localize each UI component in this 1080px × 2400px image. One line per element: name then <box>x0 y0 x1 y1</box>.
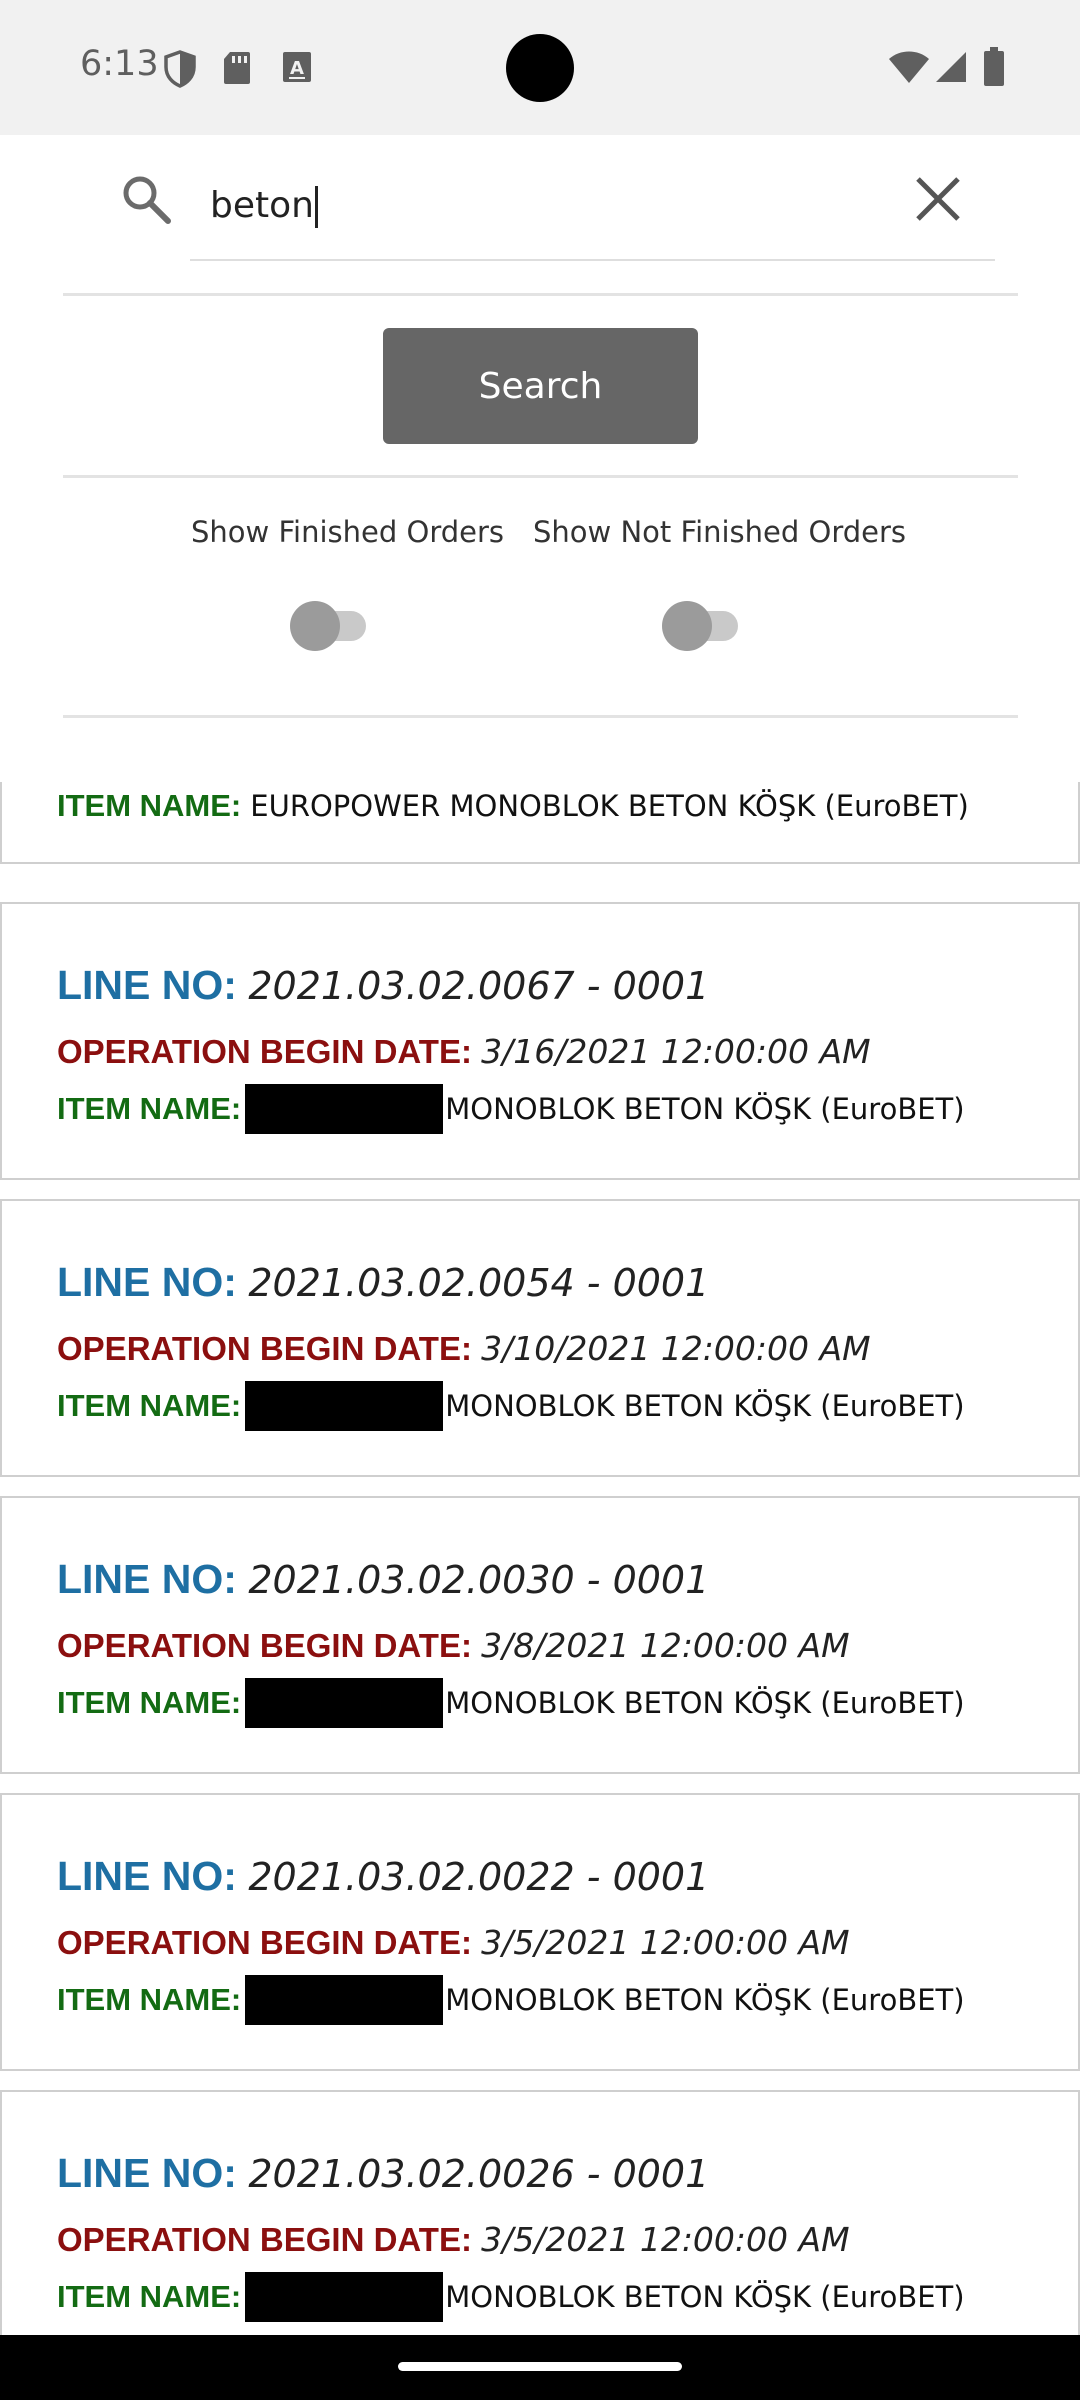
line-no-label: LINE NO: <box>57 1853 237 1899</box>
begin-date-label: OPERATION BEGIN DATE: <box>57 1627 472 1664</box>
line-no-label: LINE NO: <box>57 1556 237 1602</box>
not-finished-orders-switch[interactable] <box>662 597 746 651</box>
item-name-value: MONOBLOK BETON KÖŞK (EuroBET) <box>445 1092 965 1126</box>
line-no-value: 2021.03.02.0026 - 0001 <box>248 2152 710 2196</box>
item-name-value: MONOBLOK BETON KÖŞK (EuroBET) <box>445 1983 965 2017</box>
begin-date-label: OPERATION BEGIN DATE: <box>57 1924 472 1961</box>
item-name-label: ITEM NAME: <box>57 1091 242 1126</box>
begin-date-value: 3/16/2021 12:00:00 AM <box>481 1032 871 1071</box>
line-no-value: 2021.03.02.0030 - 0001 <box>248 1558 710 1602</box>
item-name-value: MONOBLOK BETON KÖŞK (EuroBET) <box>445 2280 965 2314</box>
divider <box>63 715 1018 718</box>
finished-orders-switch[interactable] <box>290 597 374 651</box>
line-no-label: LINE NO: <box>57 1259 237 1305</box>
order-card[interactable]: LINE NO: 2021.03.02.0030 - 0001 OPERATIO… <box>0 1496 1080 1774</box>
search-input[interactable]: beton <box>190 165 995 261</box>
begin-date-label: OPERATION BEGIN DATE: <box>57 1033 472 1070</box>
status-time: 6:13 <box>80 44 159 84</box>
search-query-text: beton <box>210 185 318 228</box>
close-icon[interactable] <box>910 171 966 232</box>
sd-card-icon <box>222 50 252 91</box>
svg-text:A: A <box>290 58 304 79</box>
item-name-row: ITEM NAME: MONOBLOK BETON KÖŞK (EuroBET) <box>57 1381 965 1431</box>
line-no-row: LINE NO: 2021.03.02.0054 - 0001 <box>57 1259 709 1306</box>
begin-date-label: OPERATION BEGIN DATE: <box>57 1330 472 1367</box>
search-panel: beton Search Show Finished Orders Show N… <box>0 135 1080 780</box>
begin-date-value: 3/5/2021 12:00:00 AM <box>481 2220 850 2259</box>
camera-cutout <box>506 34 574 102</box>
item-name-row: ITEM NAME: MONOBLOK BETON KÖŞK (EuroBET) <box>57 1678 965 1728</box>
begin-date-label: OPERATION BEGIN DATE: <box>57 2221 472 2258</box>
order-card[interactable]: LINE NO: 2021.03.02.0067 - 0001 OPERATIO… <box>0 902 1080 1180</box>
app-screen: 6:13 A beton Search Show Finished Orders… <box>0 0 1080 2400</box>
item-name-value: MONOBLOK BETON KÖŞK (EuroBET) <box>445 1686 965 1720</box>
not-finished-orders-label: Show Not Finished Orders <box>533 515 907 549</box>
order-card[interactable]: LINE NO: 2021.03.02.0054 - 0001 OPERATIO… <box>0 1199 1080 1477</box>
redaction-block <box>245 1678 444 1728</box>
home-gesture-handle[interactable] <box>398 2362 682 2371</box>
wifi-icon <box>888 50 930 89</box>
finished-orders-label: Show Finished Orders <box>191 515 505 549</box>
begin-date-value: 3/8/2021 12:00:00 AM <box>481 1626 850 1665</box>
item-name-row: ITEM NAME: MONOBLOK BETON KÖŞK (EuroBET) <box>57 1975 965 2025</box>
divider <box>63 475 1018 478</box>
begin-date-value: 3/5/2021 12:00:00 AM <box>481 1923 850 1962</box>
begin-date-row: OPERATION BEGIN DATE: 3/5/2021 12:00:00 … <box>57 1923 850 1962</box>
navigation-bar <box>0 2335 1080 2400</box>
item-name-value: MONOBLOK BETON KÖŞK (EuroBET) <box>445 1389 965 1423</box>
cellular-signal-icon <box>934 50 968 89</box>
item-name-row: ITEM NAME: MONOBLOK BETON KÖŞK (EuroBET) <box>57 1084 965 1134</box>
item-name-label: ITEM NAME: <box>57 2279 242 2314</box>
text-caret <box>314 186 318 228</box>
orders-list: ITEM NAME: EUROPOWER MONOBLOK BETON KÖŞK… <box>0 782 1080 2335</box>
item-name-label: ITEM NAME: <box>57 1982 242 2017</box>
redaction-block <box>245 2272 444 2322</box>
item-name-row: ITEM NAME: MONOBLOK BETON KÖŞK (EuroBET) <box>57 2272 965 2322</box>
line-no-row: LINE NO: 2021.03.02.0022 - 0001 <box>57 1853 709 1900</box>
order-card[interactable]: LINE NO: 2021.03.02.0022 - 0001 OPERATIO… <box>0 1793 1080 2071</box>
line-no-value: 2021.03.02.0054 - 0001 <box>248 1261 710 1305</box>
switch-thumb <box>290 601 340 651</box>
redaction-block <box>245 1084 444 1134</box>
line-no-label: LINE NO: <box>57 2150 237 2196</box>
redaction-block <box>245 1381 444 1431</box>
line-no-value: 2021.03.02.0022 - 0001 <box>248 1855 710 1899</box>
line-no-row: LINE NO: 2021.03.02.0067 - 0001 <box>57 962 709 1009</box>
line-no-value: 2021.03.02.0067 - 0001 <box>248 964 710 1008</box>
order-card[interactable]: LINE NO: 2021.03.02.0026 - 0001 OPERATIO… <box>0 2090 1080 2335</box>
switch-thumb <box>662 601 712 651</box>
item-name-value: EUROPOWER MONOBLOK BETON KÖŞK (EuroBET) <box>250 789 969 823</box>
battery-icon <box>983 47 1005 92</box>
item-name-label: ITEM NAME: <box>57 788 242 823</box>
begin-date-value: 3/10/2021 12:00:00 AM <box>481 1329 871 1368</box>
line-no-row: LINE NO: 2021.03.02.0026 - 0001 <box>57 2150 709 2197</box>
shield-icon <box>163 50 197 93</box>
item-name-label: ITEM NAME: <box>57 1685 242 1720</box>
order-card[interactable]: ITEM NAME: EUROPOWER MONOBLOK BETON KÖŞK… <box>0 782 1080 864</box>
line-no-row: LINE NO: 2021.03.02.0030 - 0001 <box>57 1556 709 1603</box>
begin-date-row: OPERATION BEGIN DATE: 3/10/2021 12:00:00… <box>57 1329 871 1368</box>
status-bar: 6:13 A <box>0 0 1080 135</box>
redaction-block <box>245 1975 444 2025</box>
begin-date-row: OPERATION BEGIN DATE: 3/5/2021 12:00:00 … <box>57 2220 850 2259</box>
begin-date-row: OPERATION BEGIN DATE: 3/8/2021 12:00:00 … <box>57 1626 850 1665</box>
item-name-row: ITEM NAME: EUROPOWER MONOBLOK BETON KÖŞK… <box>57 788 969 824</box>
item-name-label: ITEM NAME: <box>57 1388 242 1423</box>
line-no-label: LINE NO: <box>57 962 237 1008</box>
begin-date-row: OPERATION BEGIN DATE: 3/16/2021 12:00:00… <box>57 1032 871 1071</box>
search-icon[interactable] <box>120 173 172 230</box>
search-button[interactable]: Search <box>383 328 698 444</box>
divider <box>63 293 1018 296</box>
keyboard-a-icon: A <box>281 50 313 89</box>
